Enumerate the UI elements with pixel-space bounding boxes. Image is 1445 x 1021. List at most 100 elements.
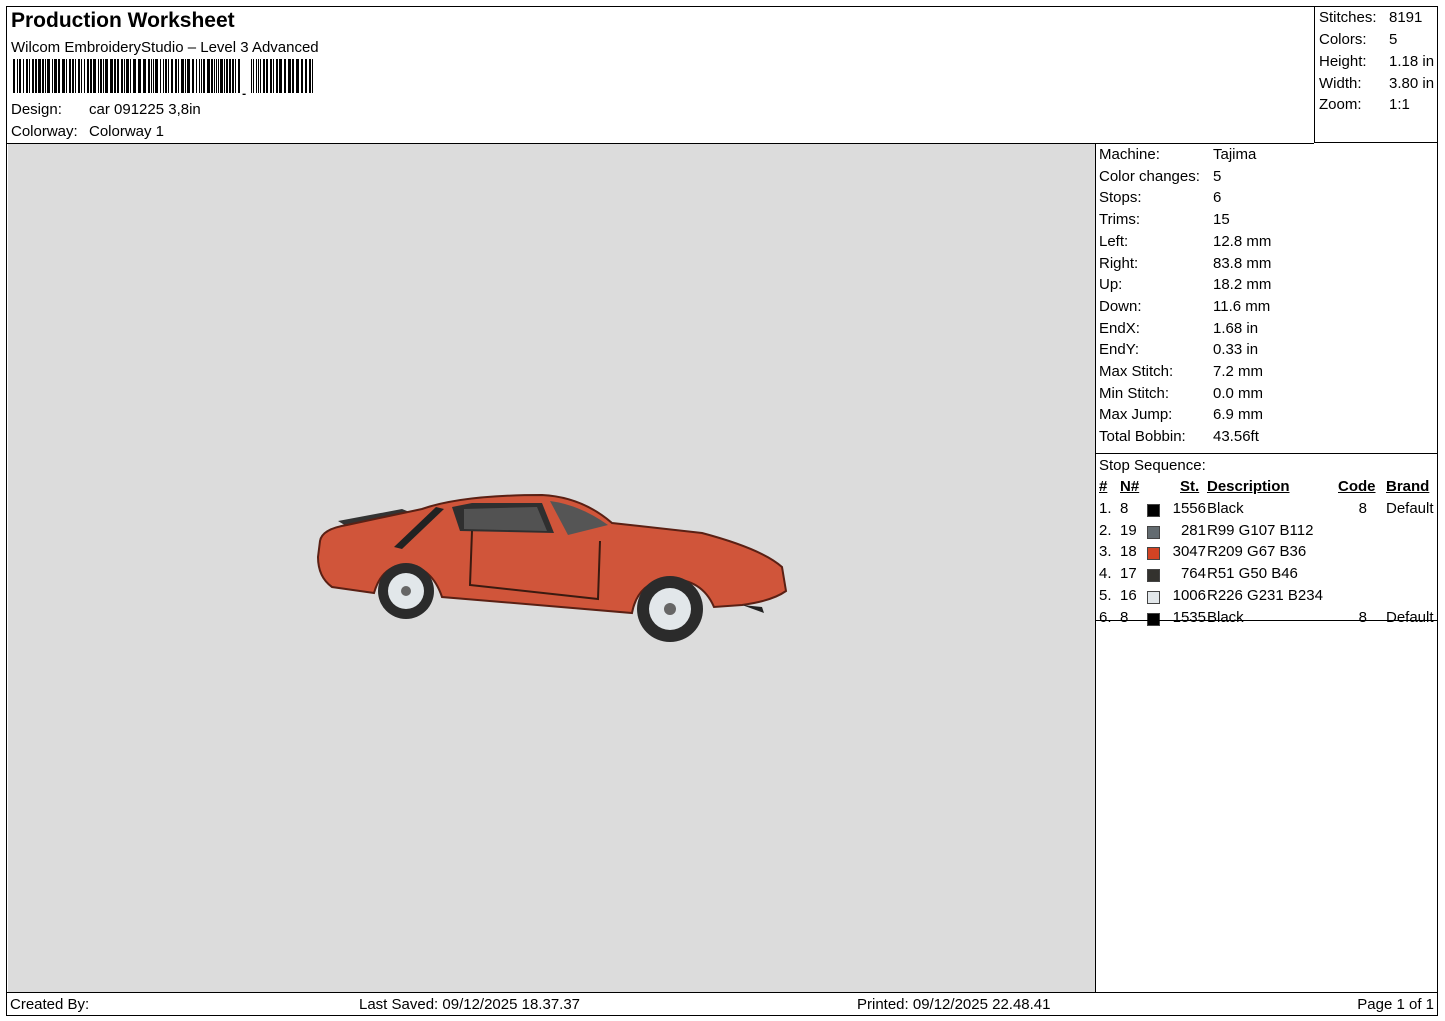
info-value: 0.0 mm <box>1213 384 1264 402</box>
info-label: Color changes: <box>1099 167 1200 185</box>
stop-sequence-title: Stop Sequence: <box>1099 457 1206 474</box>
color-swatch <box>1147 569 1160 583</box>
info-value: 83.8 mm <box>1213 254 1272 272</box>
machine-info-row: Machine: Tajima <box>1099 146 1256 163</box>
svg-text:,: , <box>241 77 247 95</box>
row-num: 6. <box>1099 608 1112 626</box>
info-label: Up: <box>1099 276 1123 294</box>
row-code: 8 <box>1358 608 1367 626</box>
col-stitches: St. <box>1180 478 1200 495</box>
row-description: R209 G67 B36 <box>1207 543 1307 561</box>
info-label: Trims: <box>1099 211 1141 229</box>
info-label: Max Jump: <box>1099 406 1173 424</box>
design-label: Design: <box>11 101 62 118</box>
info-label: EndY: <box>1099 341 1140 359</box>
machine-info-row: Max Jump: 6.9 mm <box>1099 406 1263 423</box>
machine-info-row: Min Stitch: 0.0 mm <box>1099 385 1263 402</box>
machine-info-panel: Machine: Tajima Color changes: 5 Stops: 6 Trim… <box>1096 144 1437 992</box>
header-panel: Production Worksheet Wilcom EmbroiderySt… <box>7 7 1314 144</box>
info-label: Right: <box>1099 254 1139 272</box>
row-num: 3. <box>1099 543 1112 561</box>
stitches-value: 8191 <box>1389 9 1423 26</box>
color-swatch <box>1147 547 1160 561</box>
colorway-value: Colorway 1 <box>89 123 165 140</box>
row-stitches: 281 <box>1180 521 1206 539</box>
row-needle: 17 <box>1120 565 1137 583</box>
colors-value: 5 <box>1389 31 1398 48</box>
info-label: Stops: <box>1099 189 1142 207</box>
info-value: 6.9 mm <box>1213 406 1264 424</box>
color-swatch <box>1147 525 1160 539</box>
section-divider <box>1096 453 1437 454</box>
height-label: Height: <box>1319 53 1367 70</box>
row-num: 2. <box>1099 521 1112 539</box>
stats-panel: Stitches: 8191 Colors: 5 Height: 1.18 in Wi… <box>1314 7 1437 143</box>
info-label: Left: <box>1099 232 1129 250</box>
stop-sequence-row: 2. 19 281 R99 G107 B112 <box>1096 522 1437 543</box>
info-value: Tajima <box>1213 146 1257 163</box>
car-embroidery-image <box>316 493 788 642</box>
zoom-label: Zoom: <box>1319 96 1362 113</box>
info-label: Down: <box>1099 297 1142 315</box>
row-description: R226 G231 B234 <box>1207 586 1323 604</box>
height-value: 1.18 in <box>1389 53 1435 70</box>
info-label: Total Bobbin: <box>1099 428 1186 446</box>
col-code: Code <box>1338 478 1376 495</box>
info-value: 12.8 mm <box>1213 232 1272 250</box>
design-value: car 091225 3,8in <box>89 101 201 118</box>
footer: Created By: Last Saved: 09/12/2025 18.37… <box>7 992 1437 1016</box>
design-row: Design: car 091225 3,8in <box>11 101 201 118</box>
machine-info-row: Up: 18.2 mm <box>1099 276 1271 293</box>
page-number: Page 1 of 1 <box>1357 996 1434 1013</box>
row-brand: Default <box>1386 608 1434 626</box>
row-stitches: 764 <box>1180 565 1206 583</box>
row-stitches: 1535 <box>1172 608 1206 626</box>
row-code: 8 <box>1358 500 1367 517</box>
info-label: Max Stitch: <box>1099 363 1174 380</box>
info-value: 18.2 mm <box>1213 276 1272 294</box>
machine-info-row: Stops: 6 <box>1099 189 1221 206</box>
row-needle: 8 <box>1120 500 1129 517</box>
color-swatch <box>1147 612 1160 626</box>
software-name: Wilcom EmbroideryStudio – Level 3 Advanc… <box>11 39 319 56</box>
info-value: 43.56ft <box>1213 428 1259 446</box>
machine-info-row: Right: 83.8 mm <box>1099 255 1271 272</box>
col-brand: Brand <box>1386 478 1430 495</box>
width-row: Width: 3.80 in <box>1319 75 1434 92</box>
zoom-value: 1:1 <box>1389 96 1410 113</box>
stop-sequence-row: 6. 8 1535 Black 8 Default <box>1096 609 1437 630</box>
row-needle: 18 <box>1120 543 1137 561</box>
info-value: 1.68 in <box>1213 319 1259 337</box>
worksheet: Production Worksheet Wilcom EmbroiderySt… <box>6 6 1438 1016</box>
section-divider <box>1096 620 1437 621</box>
created-by: Created By: <box>10 996 90 1013</box>
machine-info-row: Trims: 15 <box>1099 211 1230 228</box>
row-needle: 19 <box>1120 521 1137 539</box>
row-stitches: 1006 <box>1172 586 1206 604</box>
page-title: Production Worksheet <box>11 9 235 32</box>
info-label: Machine: <box>1099 146 1160 163</box>
col-needle: N# <box>1120 478 1140 495</box>
row-description: Black <box>1207 608 1244 626</box>
info-value: 5 <box>1213 167 1222 185</box>
colorway-label: Colorway: <box>11 123 78 140</box>
width-label: Width: <box>1319 75 1362 92</box>
color-swatch <box>1147 504 1160 517</box>
stop-sequence-row: 5. 16 1006 R226 G231 B234 <box>1096 587 1437 608</box>
stop-sequence-row: 1. 8 1556 Black 8 Default <box>1096 500 1437 521</box>
stop-sequence-row: 3. 18 3047 R209 G67 B36 <box>1096 543 1437 564</box>
row-stitches: 1556 <box>1172 500 1206 517</box>
row-description: R99 G107 B112 <box>1207 521 1314 539</box>
col-description: Description <box>1207 478 1290 495</box>
row-num: 4. <box>1099 565 1112 583</box>
stitches-label: Stitches: <box>1319 9 1377 26</box>
info-value: 6 <box>1213 189 1222 207</box>
zoom-row: Zoom: 1:1 <box>1319 96 1410 113</box>
colorway-row: Colorway: Colorway 1 <box>11 123 164 140</box>
machine-info-row: Color changes: 5 <box>1099 168 1221 185</box>
info-value: 0.33 in <box>1213 341 1259 359</box>
info-value: 15 <box>1213 211 1230 229</box>
machine-info-row: Down: 11.6 mm <box>1099 298 1270 315</box>
row-brand: Default <box>1386 500 1434 517</box>
row-description: R51 G50 B46 <box>1207 565 1298 583</box>
